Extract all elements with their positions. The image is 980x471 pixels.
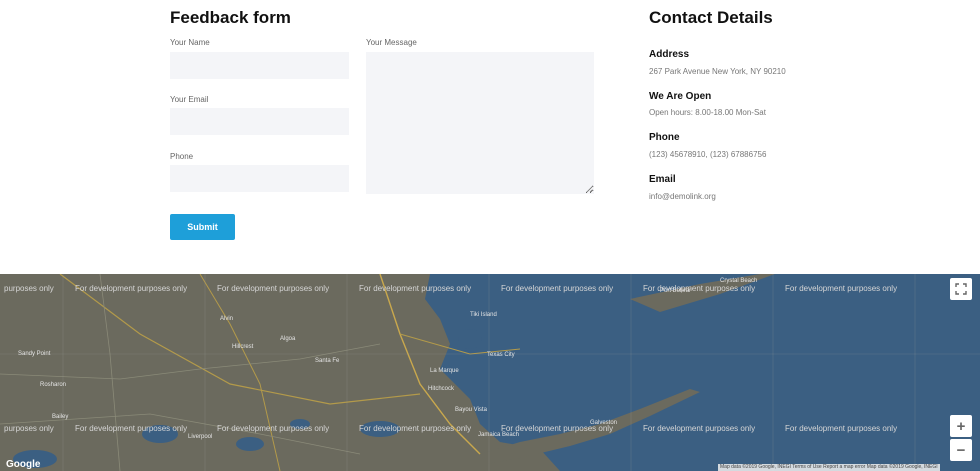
fullscreen-button[interactable] bbox=[950, 278, 972, 300]
address-heading: Address bbox=[649, 49, 690, 60]
map-place-label: Santa Fe bbox=[315, 358, 340, 364]
map-place-label: Texas City bbox=[487, 352, 515, 358]
open-hours-heading: We Are Open bbox=[649, 91, 712, 102]
fullscreen-icon bbox=[955, 283, 967, 295]
feedback-form-title: Feedback form bbox=[170, 8, 291, 27]
resize-grip-icon[interactable] bbox=[586, 186, 593, 193]
map-place-label: Alvin bbox=[220, 316, 234, 322]
zoom-in-button[interactable]: + bbox=[950, 415, 972, 437]
zoom-out-button[interactable]: − bbox=[950, 439, 972, 461]
map-terrain bbox=[0, 274, 980, 471]
email-heading: Email bbox=[649, 174, 676, 185]
your-email-input[interactable] bbox=[170, 108, 349, 135]
submit-button[interactable]: Submit bbox=[170, 214, 235, 240]
phone-value: (123) 45678910, (123) 67886756 bbox=[649, 150, 767, 159]
map[interactable]: Alvin Algoa Hillcrest Santa Fe Sandy Poi… bbox=[0, 274, 980, 471]
dev-watermark: purposes only bbox=[4, 284, 54, 293]
map-place-label: Sandy Point bbox=[18, 351, 51, 357]
dev-watermark: purposes only bbox=[4, 424, 54, 433]
map-place-label: Rosharon bbox=[40, 382, 67, 388]
your-name-input[interactable] bbox=[170, 52, 349, 79]
dev-watermark: For development purposes only bbox=[785, 284, 898, 293]
phone-label: Phone bbox=[170, 152, 194, 161]
dev-watermark: For development purposes only bbox=[217, 284, 330, 293]
contact-details-title: Contact Details bbox=[649, 8, 773, 27]
google-logo[interactable]: Google bbox=[6, 459, 40, 470]
dev-watermark: For development purposes only bbox=[643, 284, 756, 293]
map-place-label: Bayou Vista bbox=[455, 407, 487, 413]
phone-heading: Phone bbox=[649, 132, 680, 143]
your-message-label: Your Message bbox=[366, 38, 417, 47]
address-value: 267 Park Avenue New York, NY 90210 bbox=[649, 67, 786, 76]
dev-watermark: For development purposes only bbox=[75, 424, 188, 433]
dev-watermark: For development purposes only bbox=[359, 424, 472, 433]
map-place-label: Hitchcock bbox=[428, 386, 455, 392]
map-place-label: Tiki Island bbox=[470, 312, 497, 318]
dev-watermark: For development purposes only bbox=[75, 284, 188, 293]
email-value: info@demolink.org bbox=[649, 192, 716, 201]
your-message-textarea[interactable] bbox=[366, 52, 594, 194]
dev-watermark: For development purposes only bbox=[643, 424, 756, 433]
map-place-label: Liverpool bbox=[188, 434, 213, 440]
dev-watermark: For development purposes only bbox=[501, 284, 614, 293]
map-attribution[interactable]: Map data ©2019 Google, INEGI Terms of Us… bbox=[718, 464, 940, 471]
dev-watermark: For development purposes only bbox=[217, 424, 330, 433]
map-place-label: La Marque bbox=[430, 368, 459, 374]
open-hours-value: Open hours: 8.00-18.00 Mon-Sat bbox=[649, 108, 766, 117]
your-email-label: Your Email bbox=[170, 95, 209, 104]
your-name-label: Your Name bbox=[170, 38, 210, 47]
map-place-label: Hillcrest bbox=[232, 344, 254, 350]
dev-watermark: For development purposes only bbox=[785, 424, 898, 433]
phone-input[interactable] bbox=[170, 165, 349, 192]
dev-watermark: For development purposes only bbox=[359, 284, 472, 293]
dev-watermark: For development purposes only bbox=[501, 424, 614, 433]
map-place-label: Bailey bbox=[52, 414, 69, 420]
map-place-label: Algoa bbox=[280, 336, 296, 342]
